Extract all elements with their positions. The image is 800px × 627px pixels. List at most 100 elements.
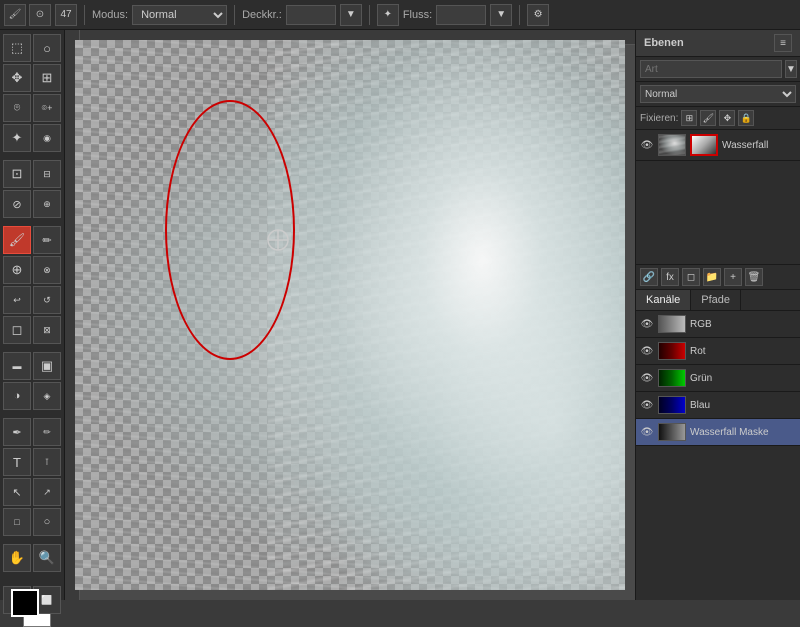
divider-4 <box>519 5 520 25</box>
artboard-tool[interactable]: ⊞ <box>33 64 61 92</box>
horizontal-type-tool[interactable]: T <box>3 448 31 476</box>
pattern-stamp-tool[interactable]: ⊗ <box>33 256 61 284</box>
color-sampler-tool[interactable]: ⊕ <box>33 190 61 218</box>
ellipse-tool[interactable]: ○ <box>33 508 61 536</box>
channel-name-blau: Blau <box>690 400 710 411</box>
canvas-area[interactable] <box>65 30 635 600</box>
layer-thumb-mask <box>690 134 718 156</box>
channel-eye-rgb[interactable]: 👁 <box>640 317 654 331</box>
tab-kanale[interactable]: Kanäle <box>636 290 691 310</box>
art-history-brush-tool[interactable]: ↺ <box>33 286 61 314</box>
brush-num-display[interactable]: 47 <box>55 4 77 26</box>
layers-panel-title: Ebenen ≡ <box>636 30 800 57</box>
brush-tool[interactable]: 🖌 <box>3 226 31 254</box>
rectangular-marquee-tool[interactable]: ⬚ <box>3 34 31 62</box>
canvas-container[interactable] <box>75 40 625 590</box>
pen-tool[interactable]: ✒ <box>3 418 31 446</box>
channel-item-rot[interactable]: 👁 Rot <box>636 338 800 365</box>
bg-eraser-tool[interactable]: ⊠ <box>33 316 61 344</box>
flow-input[interactable]: 100% <box>436 5 486 25</box>
fix-transparent-icon[interactable]: ⊞ <box>681 110 697 126</box>
channel-eye-blau[interactable]: 👁 <box>640 398 654 412</box>
layer-fix-row: Fixieren: ⊞ 🖌 ✥ 🔒 <box>636 107 800 130</box>
channel-thumb-gruen <box>658 369 686 387</box>
layer-visibility-eye[interactable]: 👁 <box>640 138 654 152</box>
direct-select-tool[interactable]: ↗ <box>33 478 61 506</box>
eyedropper-tool[interactable]: ⊘ <box>3 190 31 218</box>
quick-select-tool[interactable]: ◉ <box>33 124 61 152</box>
layer-mode-select[interactable]: Normal Multiplizieren <box>640 85 796 103</box>
pencil-tool[interactable]: ✏ <box>33 226 61 254</box>
magic-wand-tool[interactable]: ✦ <box>3 124 31 152</box>
fix-all-icon[interactable]: 🔒 <box>738 110 754 126</box>
layer-item-wasserfall[interactable]: 👁 Wasserfall <box>636 130 800 161</box>
layers-menu-icon[interactable]: ≡ <box>774 34 792 52</box>
rectangle-tool[interactable]: □ <box>3 508 31 536</box>
sharpen-tool[interactable]: ◈ <box>33 382 61 410</box>
brush-tools: 🖌 ✏ <box>3 226 61 254</box>
delete-layer-icon[interactable]: 🗑 <box>745 268 763 286</box>
bucket-tool[interactable]: ▣ <box>33 352 61 380</box>
layers-filter-icon[interactable]: ▼ <box>785 60 797 78</box>
opacity-arrow[interactable]: ▼ <box>340 4 362 26</box>
move-tool[interactable]: ✥ <box>3 64 31 92</box>
hand-tool[interactable]: ✋ <box>3 544 31 572</box>
add-style-icon[interactable]: fx <box>661 268 679 286</box>
clone-stamp-tool[interactable]: ⊕ <box>3 256 31 284</box>
airbrush-icon[interactable]: ✦ <box>377 4 399 26</box>
zoom-tool[interactable]: 🔍 <box>33 544 61 572</box>
channel-thumb-rot <box>658 342 686 360</box>
opacity-input[interactable]: 100% <box>286 5 336 25</box>
brush-tool-icon[interactable]: 🖌 <box>4 4 26 26</box>
blur-tools: ◑ ◈ <box>3 382 61 410</box>
clone-tools: ⊕ ⊗ <box>3 256 61 284</box>
layers-empty-area[interactable] <box>636 161 800 264</box>
link-layers-icon[interactable]: 🔗 <box>640 268 658 286</box>
mode-select[interactable]: Normal Multiplizieren Abdunkeln <box>132 5 227 25</box>
freeform-pen-tool[interactable]: ✏ <box>33 418 61 446</box>
history-brush-tool[interactable]: ↩ <box>3 286 31 314</box>
brush-size-icon[interactable]: ⊙ <box>29 4 51 26</box>
blur-tool[interactable]: ◑ <box>3 382 31 410</box>
new-group-icon[interactable]: 📁 <box>703 268 721 286</box>
channel-thumb-mask <box>658 423 686 441</box>
layers-search-input[interactable] <box>640 60 782 78</box>
channels-tabs: Kanäle Pfade <box>636 290 800 311</box>
new-layer-icon[interactable]: + <box>724 268 742 286</box>
channel-item-blau[interactable]: 👁 Blau <box>636 392 800 419</box>
layer-name-text: Wasserfall <box>722 140 796 151</box>
layers-bottom-bar: 🔗 fx ◻ 📁 + 🗑 <box>636 264 800 289</box>
pen-tools: ✒ ✏ <box>3 418 61 446</box>
vertical-type-tool[interactable]: ⊺ <box>33 448 61 476</box>
eraser-tool[interactable]: ◻ <box>3 316 31 344</box>
add-mask-icon[interactable]: ◻ <box>682 268 700 286</box>
channel-eye-rot[interactable]: 👁 <box>640 344 654 358</box>
layers-title-text: Ebenen <box>644 37 684 49</box>
channel-name-rot: Rot <box>690 346 706 357</box>
lasso-tool[interactable]: ⌾ <box>3 94 31 122</box>
crop-tool[interactable]: ⊡ <box>3 160 31 188</box>
path-select-tool[interactable]: ↖ <box>3 478 31 506</box>
perspective-crop-tool[interactable]: ⊟ <box>33 160 61 188</box>
top-toolbar: 🖌 ⊙ 47 Modus: Normal Multiplizieren Abdu… <box>0 0 800 30</box>
channel-eye-gruen[interactable]: 👁 <box>640 371 654 385</box>
channel-eye-mask[interactable]: 👁 <box>640 425 654 439</box>
tab-pfade[interactable]: Pfade <box>691 290 741 310</box>
waterfall-detail-layer <box>268 40 626 590</box>
marquee-tools: ⬚ ○ <box>3 34 61 62</box>
channel-item-wasserfall-maske[interactable]: 👁 Wasserfall Maske <box>636 419 800 446</box>
options-icon[interactable]: ⚙ <box>527 4 549 26</box>
fix-brush-icon[interactable]: 🖌 <box>700 110 716 126</box>
polygon-lasso-tool[interactable]: ⌾+ <box>33 94 61 122</box>
eraser-tools: ◻ ⊠ <box>3 316 61 344</box>
flow-arrow[interactable]: ▼ <box>490 4 512 26</box>
foreground-color-swatch[interactable] <box>11 589 39 617</box>
channel-name-gruen: Grün <box>690 373 712 384</box>
gradient-tool[interactable]: ▬ <box>3 352 31 380</box>
fix-position-icon[interactable]: ✥ <box>719 110 735 126</box>
elliptical-marquee-tool[interactable]: ○ <box>33 34 61 62</box>
nav-tools: ✋ 🔍 <box>3 544 61 572</box>
channel-item-rgb[interactable]: 👁 RGB <box>636 311 800 338</box>
channel-item-gruen[interactable]: 👁 Grün <box>636 365 800 392</box>
path-tools: ↖ ↗ <box>3 478 61 506</box>
